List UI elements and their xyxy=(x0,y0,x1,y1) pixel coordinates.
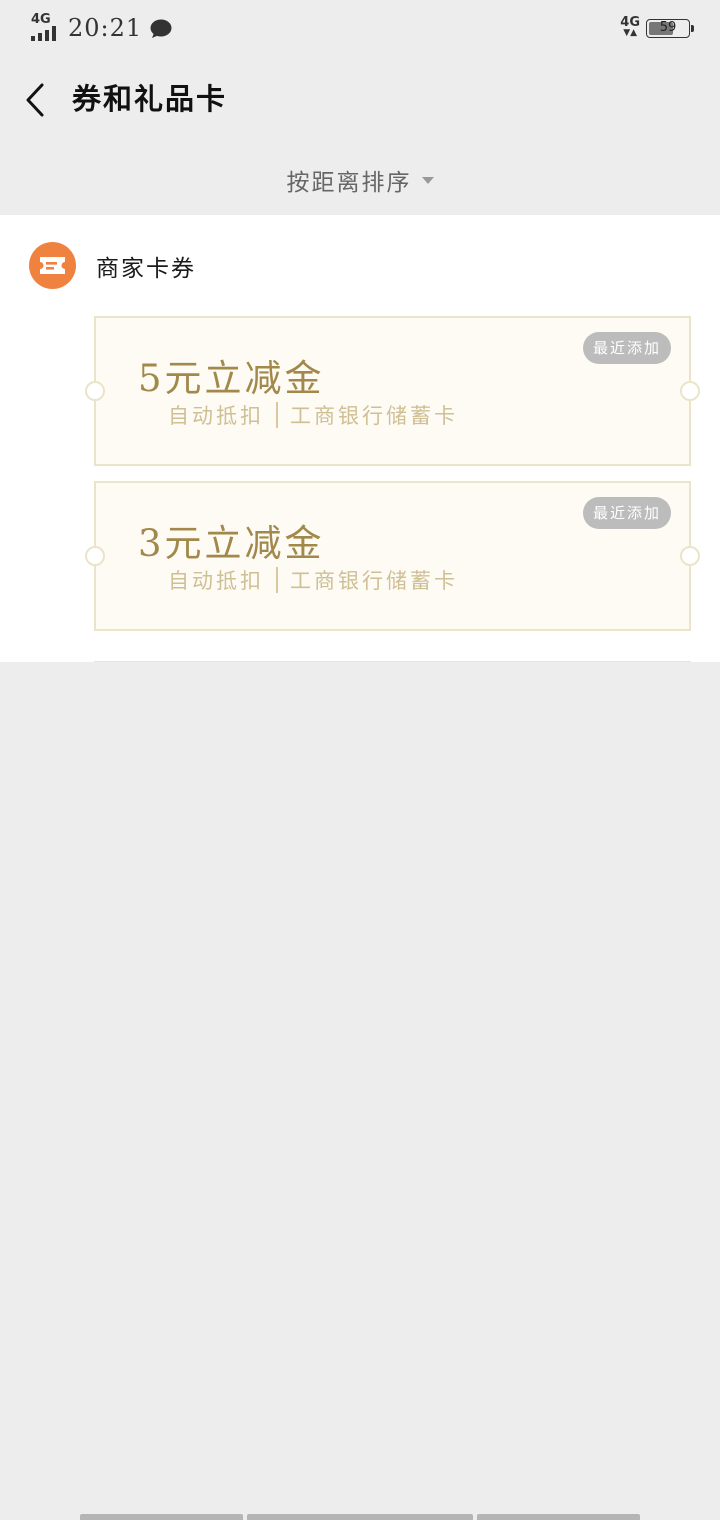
status-bar: 4G 20:21 4G ▼▲ 59 xyxy=(0,0,720,56)
status-left: 4G 20:21 xyxy=(30,12,172,44)
caret-down-icon xyxy=(421,176,434,184)
coupon-card-type: 工商银行储蓄卡 xyxy=(290,404,458,428)
sort-dropdown[interactable]: 按距离排序 xyxy=(287,163,434,197)
header: 券和礼品卡 xyxy=(0,56,720,144)
gesture-segment xyxy=(80,1514,243,1520)
status-right: 4G ▼▲ 59 xyxy=(620,12,694,44)
ticket-notch xyxy=(85,381,105,401)
coupon-card[interactable]: 最近添加 3元立减金 自动抵扣 工商银行储蓄卡 xyxy=(85,481,700,631)
clock: 20:21 xyxy=(68,14,143,42)
coupon-method: 自动抵扣 xyxy=(168,569,264,593)
network-type-left: 4G xyxy=(31,12,51,27)
battery-level: 59 xyxy=(659,19,677,35)
coupon-amount: 5元立减金 xyxy=(138,357,325,400)
signal-icon: 4G xyxy=(30,12,62,42)
ticket-notch xyxy=(680,381,700,401)
battery-icon: 59 xyxy=(646,18,694,38)
ticket-notch xyxy=(680,546,700,566)
ticket-notch xyxy=(85,546,105,566)
coupon-method: 自动抵扣 xyxy=(168,404,264,428)
page-title: 券和礼品卡 xyxy=(72,82,228,116)
gesture-bar[interactable] xyxy=(80,1514,644,1520)
coupon-card-type: 工商银行储蓄卡 xyxy=(290,569,458,593)
sort-bar: 按距离排序 xyxy=(0,144,720,214)
back-arrow-icon xyxy=(26,83,44,117)
recently-added-badge: 最近添加 xyxy=(582,497,671,529)
section-title: 商家卡券 xyxy=(96,256,196,282)
recently-added-badge: 最近添加 xyxy=(582,332,671,364)
gesture-segment xyxy=(477,1514,640,1520)
divider xyxy=(276,402,278,428)
coupon-amount: 3元立减金 xyxy=(138,522,325,565)
coupon-description: 自动抵扣 工商银行储蓄卡 xyxy=(168,565,458,595)
ticket-icon xyxy=(29,242,76,289)
coupon-description: 自动抵扣 工商银行储蓄卡 xyxy=(168,400,458,430)
message-bubble-icon xyxy=(150,19,172,38)
mobile-data-icon: 4G ▼▲ xyxy=(620,15,640,38)
coupon-card[interactable]: 最近添加 5元立减金 自动抵扣 工商银行储蓄卡 xyxy=(85,316,700,466)
merchant-coupons-panel: 商家卡券 最近添加 5元立减金 自动抵扣 工商银行储蓄卡 最近添加 3元立减金 … xyxy=(0,215,720,662)
back-button[interactable] xyxy=(22,82,52,118)
divider xyxy=(276,567,278,593)
list-divider xyxy=(94,661,691,662)
sort-label: 按距离排序 xyxy=(286,170,412,196)
gesture-segment xyxy=(247,1514,473,1520)
